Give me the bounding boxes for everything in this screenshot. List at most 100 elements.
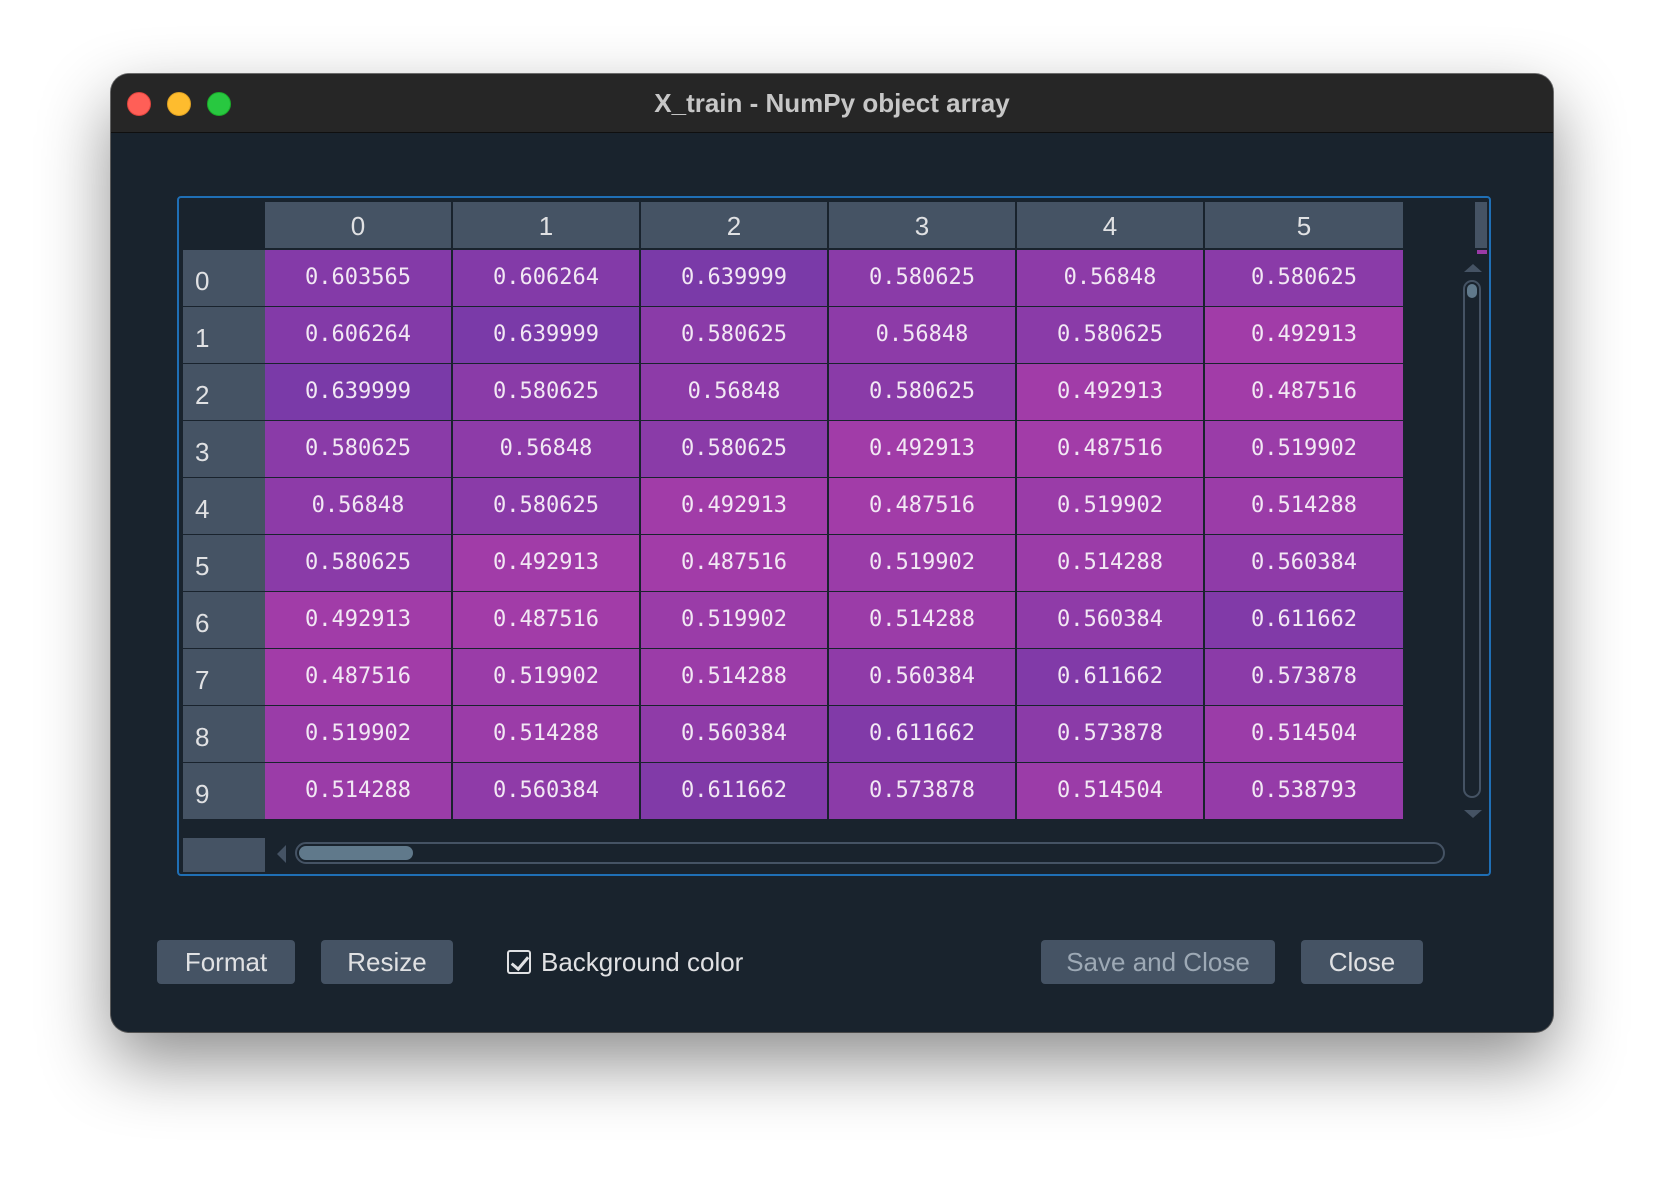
table-cell[interactable]: 0.639999 [453, 307, 641, 365]
vertical-scrollbar[interactable] [1461, 250, 1487, 870]
table-cell[interactable]: 0.492913 [453, 535, 641, 593]
table-cell[interactable]: 0.514288 [265, 763, 453, 821]
table-cell[interactable]: 0.560384 [453, 763, 641, 821]
table-cell[interactable]: 0.492913 [829, 421, 1017, 479]
table-cell[interactable]: 0.580625 [453, 364, 641, 422]
table-cell[interactable]: 0.514288 [453, 706, 641, 764]
column-header[interactable]: 1 [453, 202, 641, 248]
save-and-close-button[interactable]: Save and Close [1041, 940, 1275, 984]
row-header[interactable]: 2 [183, 364, 265, 422]
horizontal-scroll-track[interactable] [295, 842, 1445, 864]
title-bar[interactable]: X_train - NumPy object array [111, 74, 1553, 133]
table-cell[interactable]: 0.560384 [1205, 535, 1405, 593]
table-cell[interactable]: 0.487516 [829, 478, 1017, 536]
table-cell[interactable]: 0.519902 [641, 592, 829, 650]
table-cell[interactable]: 0.611662 [829, 706, 1017, 764]
vertical-scroll-thumb[interactable] [1467, 284, 1477, 298]
triangle-up-icon[interactable] [1464, 264, 1482, 272]
background-color-checkbox[interactable] [507, 950, 531, 974]
table-cell[interactable]: 0.56848 [1017, 250, 1205, 308]
table-cell[interactable]: 0.606264 [265, 307, 453, 365]
close-button[interactable]: Close [1301, 940, 1423, 984]
table-cell[interactable]: 0.580625 [453, 478, 641, 536]
table-cell[interactable]: 0.573878 [1205, 649, 1405, 707]
table-cell[interactable]: 0.514504 [1017, 763, 1205, 821]
table-cell[interactable]: 0.519902 [265, 706, 453, 764]
format-button[interactable]: Format [157, 940, 295, 984]
table-cell[interactable]: 0.519902 [1017, 478, 1205, 536]
table-cell[interactable]: 0.580625 [1205, 250, 1405, 308]
table-cell[interactable]: 0.56848 [829, 307, 1017, 365]
table-cell[interactable]: 0.492913 [265, 592, 453, 650]
table-cell[interactable]: 0.580625 [829, 364, 1017, 422]
row-header[interactable]: 4 [183, 478, 265, 536]
cell-overflow-sliver [1477, 250, 1487, 254]
table-cell[interactable]: 0.487516 [1017, 421, 1205, 479]
row-header[interactable]: 7 [183, 649, 265, 707]
table-cell[interactable]: 0.560384 [829, 649, 1017, 707]
table-cell[interactable]: 0.492913 [1017, 364, 1205, 422]
table-cell[interactable]: 0.560384 [641, 706, 829, 764]
table-body[interactable]: 0.603565 0.606264 0.639999 0.580625 0.56848 0… [265, 250, 1461, 834]
table-cell[interactable]: 0.519902 [1205, 421, 1405, 479]
row-header-filler [183, 838, 265, 872]
window-title: X_train - NumPy object array [654, 88, 1010, 118]
column-header[interactable]: 2 [641, 202, 829, 248]
column-header[interactable]: 3 [829, 202, 1017, 248]
table-cell[interactable]: 0.519902 [453, 649, 641, 707]
row-header[interactable]: 0 [183, 250, 265, 308]
table-cell[interactable]: 0.606264 [453, 250, 641, 308]
array-table[interactable]: 012345 0123456789 0.603565 0.606264 0.6399… [177, 196, 1491, 876]
column-header[interactable]: 4 [1017, 202, 1205, 248]
column-header-filler [1475, 202, 1487, 248]
table-cell[interactable]: 0.487516 [641, 535, 829, 593]
table-cell[interactable]: 0.611662 [641, 763, 829, 821]
triangle-down-icon[interactable] [1464, 810, 1482, 818]
table-cell[interactable]: 0.487516 [453, 592, 641, 650]
table-cell[interactable]: 0.487516 [1205, 364, 1405, 422]
table-cell[interactable]: 0.603565 [265, 250, 453, 308]
table-cell[interactable]: 0.492913 [1205, 307, 1405, 365]
table-cell[interactable]: 0.580625 [265, 535, 453, 593]
table-cell[interactable]: 0.56848 [641, 364, 829, 422]
table-cell[interactable]: 0.514288 [641, 649, 829, 707]
row-header[interactable]: 1 [183, 307, 265, 365]
horizontal-scroll-thumb[interactable] [299, 846, 413, 860]
table-cell[interactable]: 0.580625 [265, 421, 453, 479]
background-color-label: Background color [541, 946, 744, 977]
background-color-toggle[interactable]: Background color [507, 940, 743, 984]
table-cell[interactable]: 0.639999 [265, 364, 453, 422]
triangle-left-icon[interactable] [277, 845, 286, 863]
row-header[interactable]: 5 [183, 535, 265, 593]
table-cell[interactable]: 0.514288 [829, 592, 1017, 650]
column-header[interactable]: 5 [1205, 202, 1405, 248]
table-cell[interactable]: 0.580625 [641, 421, 829, 479]
table-cell[interactable]: 0.492913 [641, 478, 829, 536]
table-cell[interactable]: 0.639999 [641, 250, 829, 308]
table-cell[interactable]: 0.580625 [641, 307, 829, 365]
vertical-scroll-track[interactable] [1463, 280, 1481, 798]
table-cell[interactable]: 0.514288 [1205, 478, 1405, 536]
row-header[interactable]: 6 [183, 592, 265, 650]
table-cell[interactable]: 0.580625 [829, 250, 1017, 308]
table-cell[interactable]: 0.56848 [453, 421, 641, 479]
table-cell[interactable]: 0.611662 [1205, 592, 1405, 650]
row-header[interactable]: 9 [183, 763, 265, 821]
row-header[interactable]: 3 [183, 421, 265, 479]
table-cell[interactable]: 0.519902 [829, 535, 1017, 593]
checkmark-icon [510, 951, 530, 972]
table-cell[interactable]: 0.611662 [1017, 649, 1205, 707]
table-cell[interactable]: 0.514504 [1205, 706, 1405, 764]
row-header[interactable]: 8 [183, 706, 265, 764]
table-cell[interactable]: 0.573878 [829, 763, 1017, 821]
table-cell[interactable]: 0.573878 [1017, 706, 1205, 764]
table-cell[interactable]: 0.56848 [265, 478, 453, 536]
table-cell[interactable]: 0.538793 [1205, 763, 1405, 821]
resize-button[interactable]: Resize [321, 940, 453, 984]
table-cell[interactable]: 0.580625 [1017, 307, 1205, 365]
table-cell[interactable]: 0.560384 [1017, 592, 1205, 650]
horizontal-scrollbar[interactable] [265, 834, 1461, 872]
table-cell[interactable]: 0.514288 [1017, 535, 1205, 593]
table-cell[interactable]: 0.487516 [265, 649, 453, 707]
column-header[interactable]: 0 [265, 202, 453, 248]
